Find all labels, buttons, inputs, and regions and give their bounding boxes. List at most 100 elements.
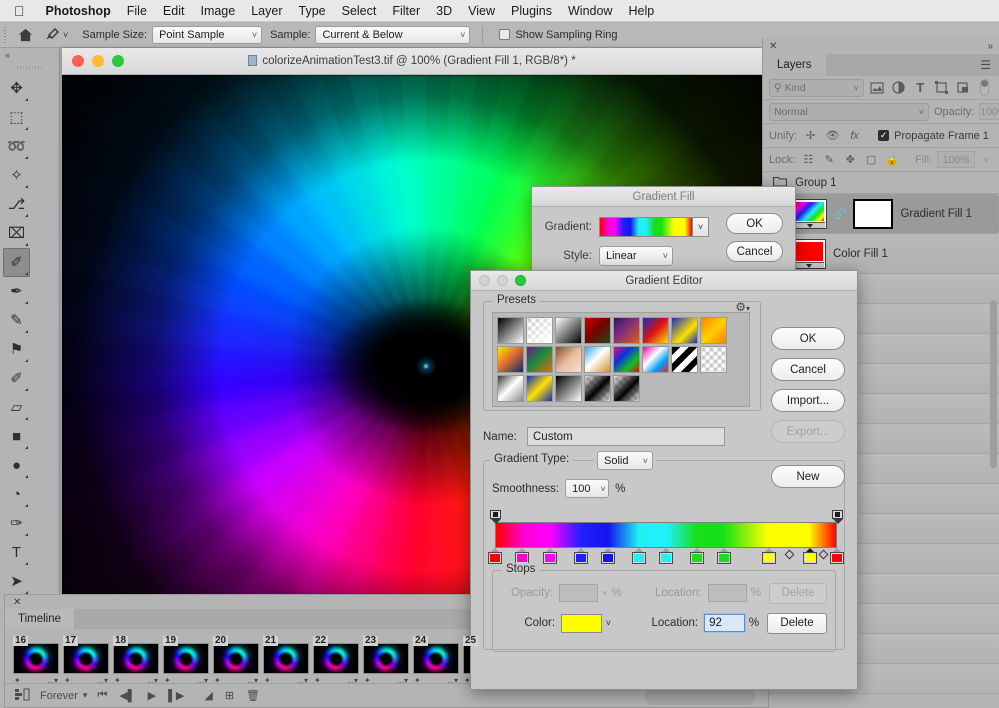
color-stop[interactable] — [660, 548, 672, 563]
color-stop[interactable] — [601, 548, 614, 563]
gradient-editor-new-button[interactable]: New — [771, 465, 845, 488]
color-stop[interactable] — [543, 548, 556, 563]
blur-tool[interactable]: ● — [3, 451, 30, 480]
tab-layers[interactable]: Layers — [763, 54, 826, 76]
gradient-editor-ok-button[interactable]: OK — [771, 327, 845, 350]
frame-thumbnail[interactable] — [13, 643, 59, 674]
layer-mask-thumbnail[interactable] — [853, 199, 894, 229]
style-select[interactable]: Linear ˅ — [599, 246, 673, 266]
layer-thumbnail-gradient[interactable] — [793, 199, 827, 229]
timeline-frame[interactable]: 18 ✦ ...▾ — [113, 634, 159, 686]
timeline-mode-pill[interactable] — [644, 689, 756, 705]
gradient-stop-editor[interactable] — [489, 510, 843, 566]
gradient-editor-title-bar[interactable]: Gradient Editor — [471, 271, 857, 291]
unify-style-icon[interactable]: fx — [846, 127, 863, 144]
type-tool[interactable]: T — [3, 538, 30, 567]
document-title-bar[interactable]: colorizeAnimationTest3.tif @ 100% (Gradi… — [62, 48, 762, 75]
lasso-tool[interactable]: ➿ — [3, 132, 30, 161]
menu-item-select[interactable]: Select — [334, 4, 385, 18]
menu-item-edit[interactable]: Edit — [155, 4, 193, 18]
gradient-name-input[interactable]: Custom — [527, 427, 725, 446]
gradient-preset[interactable] — [613, 346, 640, 373]
color-stop[interactable] — [516, 548, 529, 563]
toolbar-collapse-icon[interactable]: « — [0, 48, 59, 62]
fill-slider-chevron-icon[interactable]: ˅ — [980, 151, 993, 169]
clone-stamp-tool[interactable]: ⚑ — [3, 335, 30, 364]
unify-position-icon[interactable]: ✢ — [802, 127, 819, 144]
frame-thumbnail[interactable] — [213, 643, 259, 674]
pen-tool[interactable]: ✑ — [3, 509, 30, 538]
trash-icon[interactable]: 🗑 — [246, 689, 260, 702]
eyedropper-tool[interactable]: ✐ — [3, 248, 30, 277]
menu-item-file[interactable]: File — [119, 4, 155, 18]
gradient-preset[interactable] — [642, 346, 669, 373]
layer-row-gradient-fill-1[interactable]: 👁 🔗 Gradient Fill 1 — [763, 194, 999, 234]
frame-thumbnail[interactable] — [413, 643, 459, 674]
healing-brush-tool[interactable]: ✒ — [3, 277, 30, 306]
opacity-field[interactable]: 100% — [979, 103, 999, 120]
gradient-tool[interactable]: ■ — [3, 422, 30, 451]
gradient-fill-cancel-button[interactable]: Cancel — [726, 241, 783, 262]
loop-select[interactable]: Forever ▾ — [40, 690, 87, 702]
menu-item-help[interactable]: Help — [620, 4, 662, 18]
gradient-preset[interactable] — [584, 375, 611, 402]
first-frame-icon[interactable]: ⏮ — [97, 689, 107, 702]
show-sampling-ring-checkbox[interactable]: Show Sampling Ring — [499, 29, 618, 41]
lock-image-icon[interactable]: ✎ — [821, 151, 837, 168]
smartobject-filter-icon[interactable] — [955, 79, 972, 96]
options-bar-grip[interactable] — [0, 22, 10, 48]
layer-row-color-fill-1[interactable]: 👁 Color Fill 1 — [763, 234, 999, 274]
menu-item-type[interactable]: Type — [291, 4, 334, 18]
brush-tool[interactable]: ✎ — [3, 306, 30, 335]
opacity-stop[interactable] — [490, 510, 501, 524]
tween-icon[interactable] — [15, 688, 30, 704]
gradient-editor-cancel-button[interactable]: Cancel — [771, 358, 845, 381]
timeline-frame[interactable]: 20 ✦ ...▾ — [213, 634, 259, 686]
next-frame-icon[interactable]: ▌▶ — [168, 689, 184, 702]
timeline-frame[interactable]: 19 ✦ ...▾ — [163, 634, 209, 686]
menu-item-3d[interactable]: 3D — [428, 4, 460, 18]
link-icon[interactable]: 🔗 — [834, 209, 846, 220]
menu-item-layer[interactable]: Layer — [243, 4, 290, 18]
pixel-filter-icon[interactable] — [869, 79, 886, 96]
gradient-fill-title-bar[interactable]: Gradient Fill — [532, 187, 795, 207]
timeline-frame[interactable]: 16 ✦ ...▾ — [13, 634, 59, 686]
apple-icon[interactable]:  — [0, 4, 38, 18]
gradient-preset[interactable] — [584, 317, 611, 344]
gradient-picker-chevron-icon[interactable]: ˅ — [693, 217, 709, 237]
gradient-type-select[interactable]: Solid ˅ — [597, 451, 653, 470]
magic-wand-tool[interactable]: ✧ — [3, 161, 30, 190]
color-delete-button[interactable]: Delete — [767, 612, 827, 634]
gradient-midpoint[interactable] — [818, 549, 829, 560]
window-controls[interactable] — [62, 55, 124, 67]
type-filter-icon[interactable]: T — [912, 79, 929, 96]
gradient-preset[interactable] — [613, 317, 640, 344]
gear-icon[interactable]: ⚙▾ — [735, 300, 750, 314]
zoom-button[interactable] — [112, 55, 124, 67]
tool-preset-chevron-icon[interactable]: ˅ — [63, 30, 68, 40]
menu-item-image[interactable]: Image — [192, 4, 243, 18]
lock-transparency-icon[interactable]: ☷ — [800, 151, 816, 168]
tab-timeline[interactable]: Timeline — [5, 609, 75, 629]
opacity-stop[interactable] — [832, 510, 843, 524]
presets-grid[interactable] — [492, 312, 750, 407]
chevron-down-icon[interactable]: ˅ — [602, 614, 616, 632]
collapse-panel-icon[interactable]: » — [987, 41, 993, 52]
gradient-preset[interactable] — [642, 317, 669, 344]
frame-thumbnail[interactable] — [363, 643, 409, 674]
gradient-midpoint[interactable] — [784, 549, 795, 560]
blend-mode-select[interactable]: Normal ˅ — [769, 102, 929, 121]
gradient-bar[interactable] — [495, 522, 837, 548]
color-stop[interactable] — [831, 548, 843, 563]
gradient-preset[interactable] — [497, 375, 524, 402]
color-location-input[interactable]: 92 — [704, 614, 745, 632]
timeline-frame[interactable]: 24 ✦ ...▾ — [413, 634, 459, 686]
frame-thumbnail[interactable] — [113, 643, 159, 674]
menu-item-photoshop[interactable]: Photoshop — [38, 4, 119, 18]
propagate-frame-checkbox[interactable]: ✓ Propagate Frame 1 — [878, 130, 989, 142]
duplicate-frame-icon[interactable]: ⊞ — [225, 689, 234, 702]
frame-thumbnail[interactable] — [313, 643, 359, 674]
tween-frames-icon[interactable]: ◢ — [204, 689, 212, 702]
gradient-preset[interactable] — [671, 317, 698, 344]
crop-tool[interactable]: ⎇ — [3, 190, 30, 219]
